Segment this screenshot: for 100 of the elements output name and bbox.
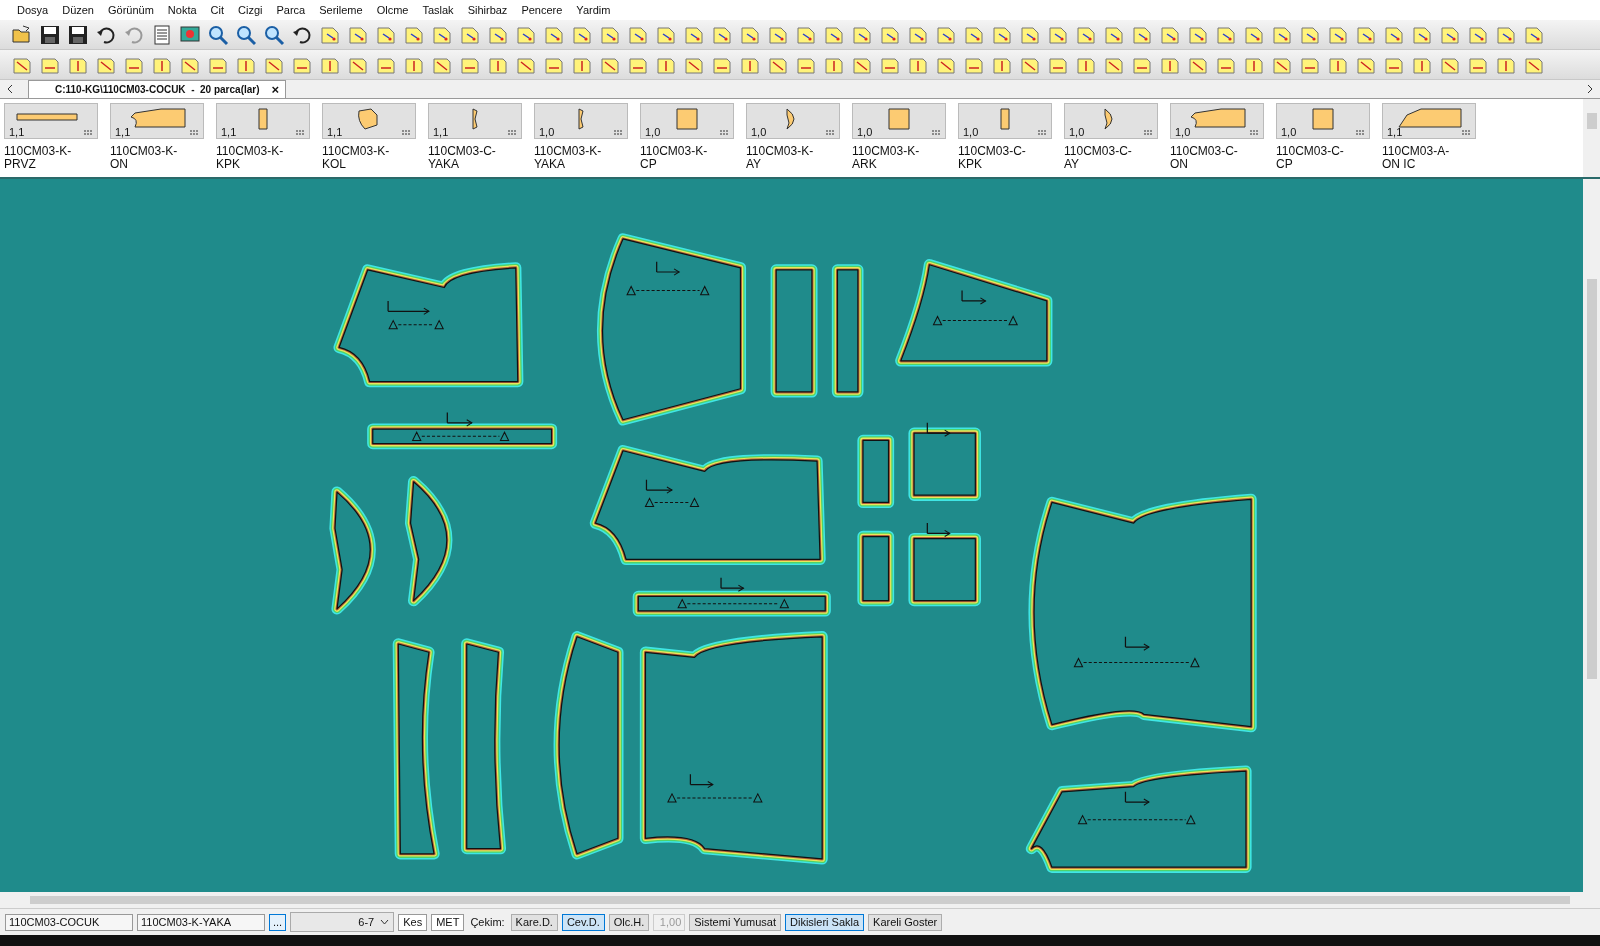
grainline-arrow <box>1124 636 1150 651</box>
piece-thumbnail[interactable]: 1,0 <box>746 103 840 139</box>
grainline-arrow <box>387 300 430 315</box>
menu-item[interactable]: Dosya <box>10 4 56 16</box>
piece-thumbnail[interactable]: 1,0 <box>1064 103 1158 139</box>
pattern-piece[interactable] <box>831 264 864 398</box>
pattern-piece[interactable] <box>333 262 524 388</box>
menu-lines-icon[interactable] <box>1038 130 1047 135</box>
piece-thumbnail[interactable]: 1,0 <box>534 103 628 139</box>
piece-thumbnail[interactable]: 1,1 <box>428 103 522 139</box>
unit-button[interactable]: MET <box>431 913 465 931</box>
piece-name: 110CM03-K- ARK <box>852 145 921 171</box>
menu-lines-icon[interactable] <box>1356 130 1365 135</box>
piece-thumbnail[interactable]: 1,1 <box>4 103 98 139</box>
piece-thumbnail[interactable]: 1,0 <box>1276 103 1370 139</box>
menu-lines-icon[interactable] <box>720 130 729 135</box>
toggle-button[interactable]: Olc.H. <box>608 913 650 931</box>
document-tab[interactable]: C:110-KG\110CM03-COCUK - 20 parca(lar) × <box>28 80 287 98</box>
piece-field[interactable]: 110CM03-K-YAKA <box>137 913 265 931</box>
pattern-piece[interactable] <box>1025 765 1252 873</box>
menu-lines-icon[interactable] <box>190 130 199 135</box>
pattern-piece[interactable] <box>392 638 440 860</box>
piece-name: 110CM03-K- KPK <box>216 145 285 171</box>
menu-item[interactable]: Düzen <box>55 4 101 16</box>
quantity-label: 1,0 <box>1175 126 1191 138</box>
menu-item[interactable]: Cit <box>203 4 232 16</box>
menu-lines-icon[interactable] <box>932 130 941 135</box>
piece-name: 110CM03-K- KOL <box>322 145 391 171</box>
menu-item[interactable]: Olcme <box>369 4 416 16</box>
browse-button[interactable]: ... <box>269 913 287 931</box>
pattern-piece-icon <box>888 108 910 130</box>
menu-lines-icon[interactable] <box>402 130 411 135</box>
pattern-piece[interactable] <box>367 423 558 450</box>
pattern-piece[interactable] <box>857 530 895 607</box>
grainline-arrow <box>926 522 951 538</box>
piece-thumbnail[interactable]: 1,1 <box>1382 103 1476 139</box>
piece-thumbnail[interactable]: 1,1 <box>216 103 310 139</box>
menu-lines-icon[interactable] <box>826 130 835 135</box>
pattern-piece-icon <box>16 113 78 121</box>
piece-name: 110CM03-K- AY <box>746 145 815 171</box>
scroll-right-icon[interactable] <box>1586 84 1594 94</box>
pattern-piece[interactable] <box>1028 493 1257 733</box>
pattern-piece[interactable] <box>404 476 453 607</box>
pattern-piece[interactable] <box>639 631 828 865</box>
piece-thumbnail[interactable]: 1,0 <box>640 103 734 139</box>
menu-lines-icon[interactable] <box>296 130 305 135</box>
pattern-piece[interactable] <box>908 427 981 501</box>
menu-lines-icon[interactable] <box>84 130 93 135</box>
menu-lines-icon[interactable] <box>1462 130 1471 135</box>
piece-name: 110CM03-K- ON <box>110 145 179 171</box>
quantity-label: 1,1 <box>115 126 131 138</box>
scrollbar[interactable] <box>1583 99 1600 177</box>
model-field[interactable]: 110CM03-COCUK <box>5 913 133 931</box>
piece-name: 110CM03-K- PRVZ <box>4 145 73 171</box>
menu-item[interactable]: Sihirbaz <box>460 4 515 16</box>
menu-item[interactable]: Yardim <box>569 4 618 16</box>
pattern-piece[interactable] <box>553 631 624 860</box>
pattern-piece[interactable] <box>596 233 747 426</box>
toggle-button[interactable]: Cev.D. <box>561 913 605 931</box>
grainline-arrow <box>961 290 987 305</box>
pattern-piece[interactable] <box>770 264 818 398</box>
piece-thumbnail[interactable]: 1,0 <box>1170 103 1264 139</box>
menu-item[interactable]: Parca <box>269 4 313 16</box>
size-dropdown[interactable]: 6-7 <box>290 912 395 932</box>
close-tab-button[interactable]: × <box>271 82 280 97</box>
piece-thumbnail[interactable]: 1,1 <box>322 103 416 139</box>
piece-name: 110CM03-K- CP <box>640 145 709 171</box>
pattern-piece[interactable] <box>908 532 981 607</box>
notch-marker <box>644 497 700 508</box>
toggle-button[interactable]: Kare.D. <box>510 913 558 931</box>
pattern-piece-icon <box>578 108 584 130</box>
menu-item[interactable]: Nokta <box>160 4 204 16</box>
pattern-piece[interactable] <box>461 638 507 855</box>
menu-lines-icon[interactable] <box>508 130 517 135</box>
pattern-piece-icon <box>1000 108 1010 130</box>
action-button[interactable]: Dikisleri Sakla <box>785 913 865 931</box>
menu-lines-icon[interactable] <box>1250 130 1259 135</box>
pattern-piece[interactable] <box>329 486 376 615</box>
pattern-piece[interactable] <box>895 259 1053 367</box>
menu-item[interactable]: Cizgi <box>231 4 270 16</box>
menu-item[interactable]: Pencere <box>514 4 570 16</box>
menu-lines-icon[interactable] <box>1144 130 1153 135</box>
piece-name: 110CM03-C- YAKA <box>428 145 497 171</box>
pattern-piece-icon <box>1190 108 1246 128</box>
piece-thumbnail[interactable]: 1,0 <box>852 103 946 139</box>
action-button[interactable]: Sistemi Yumusat <box>689 913 781 931</box>
menu-item[interactable]: Görünüm <box>101 4 161 16</box>
menu-item[interactable]: Serileme <box>312 4 370 16</box>
scroll-left-icon[interactable] <box>6 84 14 94</box>
piece-thumbnail[interactable]: 1,0 <box>958 103 1052 139</box>
pattern-piece-icon <box>786 108 795 130</box>
menu-lines-icon[interactable] <box>614 130 623 135</box>
pattern-piece[interactable] <box>632 590 831 617</box>
menu-item[interactable]: Taslak <box>415 4 461 16</box>
action-button[interactable]: Kareli Goster <box>868 913 943 931</box>
pattern-piece[interactable] <box>857 434 895 509</box>
cut-button[interactable]: Kes <box>398 913 428 931</box>
pattern-piece[interactable] <box>589 445 826 565</box>
draw-label: Çekim: <box>470 916 505 928</box>
piece-thumbnail[interactable]: 1,1 <box>110 103 204 139</box>
